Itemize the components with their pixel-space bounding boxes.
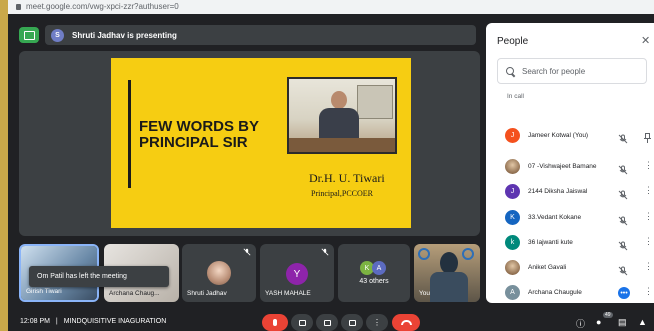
slide-title: FEW WORDS BY PRINCIPAL SIR: [139, 118, 259, 151]
control-bar: 12:08 PM | MINDQUISITIVE INAGURATION ⋮ ⓘ…: [8, 311, 654, 331]
principal-photo: [287, 77, 397, 154]
participant-name: 07 -Vishwajeet Bamane: [528, 163, 597, 170]
participant-name: 36 lajwanti kute: [528, 239, 573, 246]
participant-row[interactable]: Aniket Gavali ⋮: [486, 256, 654, 280]
logo-icon: [418, 248, 430, 260]
search-icon: [506, 66, 515, 76]
lock-icon: [16, 3, 21, 10]
address-bar[interactable]: meet.google.com/vwg-xpci-zzr?authuser=0: [8, 0, 654, 14]
more-icon[interactable]: ⋮: [644, 236, 653, 246]
avatar: K: [505, 210, 520, 225]
close-icon[interactable]: ✕: [641, 34, 650, 47]
more-icon[interactable]: ⋮: [644, 286, 653, 296]
avatar: J: [505, 184, 520, 199]
mic-icon: [273, 319, 277, 326]
tile-label: You: [419, 290, 430, 297]
search-box[interactable]: [497, 58, 647, 84]
logo-icon: [462, 248, 474, 260]
mic-off-button[interactable]: [262, 314, 288, 331]
camera-icon: [298, 319, 306, 326]
more-icon[interactable]: ⋮: [644, 211, 653, 221]
mic-off-icon: [618, 162, 628, 175]
others-count: 43 others: [359, 278, 389, 285]
panel-title: People: [497, 36, 529, 47]
search-input[interactable]: [522, 66, 642, 76]
avatar: k: [505, 235, 520, 250]
meeting-info: 12:08 PM | MINDQUISITIVE INAGURATION: [20, 318, 166, 325]
tile-label: Girish Tiwari: [26, 288, 62, 295]
avatar: A: [372, 261, 386, 275]
people-icon: ●: [596, 317, 602, 327]
people-panel: People ✕ In call J Jameer Kotwal (You) 07 …: [486, 23, 654, 303]
participant-tile[interactable]: Y YASH MAHALE: [260, 244, 334, 302]
participant-tile[interactable]: Shruti Jadhav: [182, 244, 256, 302]
hang-up-icon: [400, 320, 412, 325]
participant-row[interactable]: J 2144 Diksha Jaiswal ⋮: [486, 180, 654, 204]
camera-button[interactable]: [291, 314, 313, 331]
participant-name: 33.Vedant Kokane: [528, 214, 582, 221]
slide-accent-bar: [128, 80, 131, 188]
mic-off-icon: [618, 131, 628, 144]
clock: 12:08 PM: [20, 318, 50, 325]
more-options-button[interactable]: ⋮: [366, 314, 388, 331]
tile-label: Shruti Jadhav: [187, 290, 227, 297]
people-button[interactable]: ● 49: [596, 312, 613, 327]
pin-icon[interactable]: [644, 130, 651, 143]
more-icon[interactable]: ⋮: [644, 261, 653, 271]
participant-name: Archana Chaugule: [528, 289, 582, 296]
info-icon[interactable]: ⓘ: [576, 317, 585, 330]
avatar: [207, 261, 231, 285]
mic-off-icon: [618, 263, 628, 276]
tile-label: Archana Chaug...: [109, 290, 160, 297]
participant-row[interactable]: k 36 lajwanti kute ⋮: [486, 231, 654, 255]
notification-toast: Om Patil has left the meeting: [29, 266, 169, 287]
presenting-text: Shruti Jadhav is presenting: [72, 30, 177, 40]
avatar: [505, 159, 520, 174]
more-icon[interactable]: ⋮: [644, 185, 653, 195]
participant-row[interactable]: K 33.Vedant Kokane ⋮: [486, 206, 654, 230]
captions-icon: [323, 319, 331, 326]
present-icon: [348, 319, 356, 326]
more-icon[interactable]: ⋮: [644, 160, 653, 170]
avatar: J: [505, 128, 520, 143]
captions-button[interactable]: [316, 314, 338, 331]
meet-window: meet.google.com/vwg-xpci-zzr?authuser=0 …: [8, 0, 654, 331]
slide-name: Dr.H. U. Tiwari: [309, 171, 385, 185]
meeting-name: MINDQUISITIVE INAGURATION: [63, 318, 167, 325]
self-tile[interactable]: You: [414, 244, 480, 302]
mic-off-icon: [618, 238, 628, 251]
others-tile[interactable]: K A 43 others: [338, 244, 410, 302]
participant-row[interactable]: 07 -Vishwajeet Bamane ⋮: [486, 155, 654, 179]
present-button[interactable]: [341, 314, 363, 331]
avatar: Y: [286, 263, 308, 285]
participant-count-badge: 49: [603, 312, 613, 318]
presentation-icon[interactable]: [19, 27, 39, 43]
section-label: In call: [507, 93, 524, 100]
avatar: [440, 252, 458, 274]
slide-role: Principal,PCCOER: [311, 189, 374, 198]
tile-label: YASH MAHALE: [265, 290, 311, 297]
mic-off-icon: [321, 248, 329, 256]
presenting-banner: S Shruti Jadhav is presenting: [45, 25, 476, 45]
avatar: A: [505, 285, 520, 300]
participant-name: Aniket Gavali: [528, 264, 567, 271]
chat-icon[interactable]: ▤: [618, 317, 627, 328]
more-icon: ⋮: [373, 317, 381, 327]
presentation-stage: FEW WORDS BY PRINCIPAL SIR Dr.H. U. Tiwa…: [19, 51, 480, 236]
end-call-button[interactable]: [392, 314, 420, 331]
url-text: meet.google.com/vwg-xpci-zzr?authuser=0: [26, 2, 179, 11]
participant-row[interactable]: J Jameer Kotwal (You): [486, 124, 654, 148]
participant-name: Jameer Kotwal (You): [528, 132, 589, 139]
participant-row[interactable]: A Archana Chaugule ••• ⋮: [486, 281, 654, 303]
avatar: [505, 260, 520, 275]
mic-off-icon: [243, 248, 251, 256]
participant-name: 2144 Diksha Jaiswal: [528, 188, 588, 195]
separator: |: [55, 318, 58, 325]
presenter-avatar: S: [51, 28, 64, 42]
speaking-icon: •••: [618, 287, 630, 299]
activities-icon[interactable]: ▲: [638, 317, 647, 327]
mic-off-icon: [618, 187, 628, 200]
mic-off-icon: [618, 213, 628, 226]
slide: FEW WORDS BY PRINCIPAL SIR Dr.H. U. Tiwa…: [111, 58, 411, 228]
